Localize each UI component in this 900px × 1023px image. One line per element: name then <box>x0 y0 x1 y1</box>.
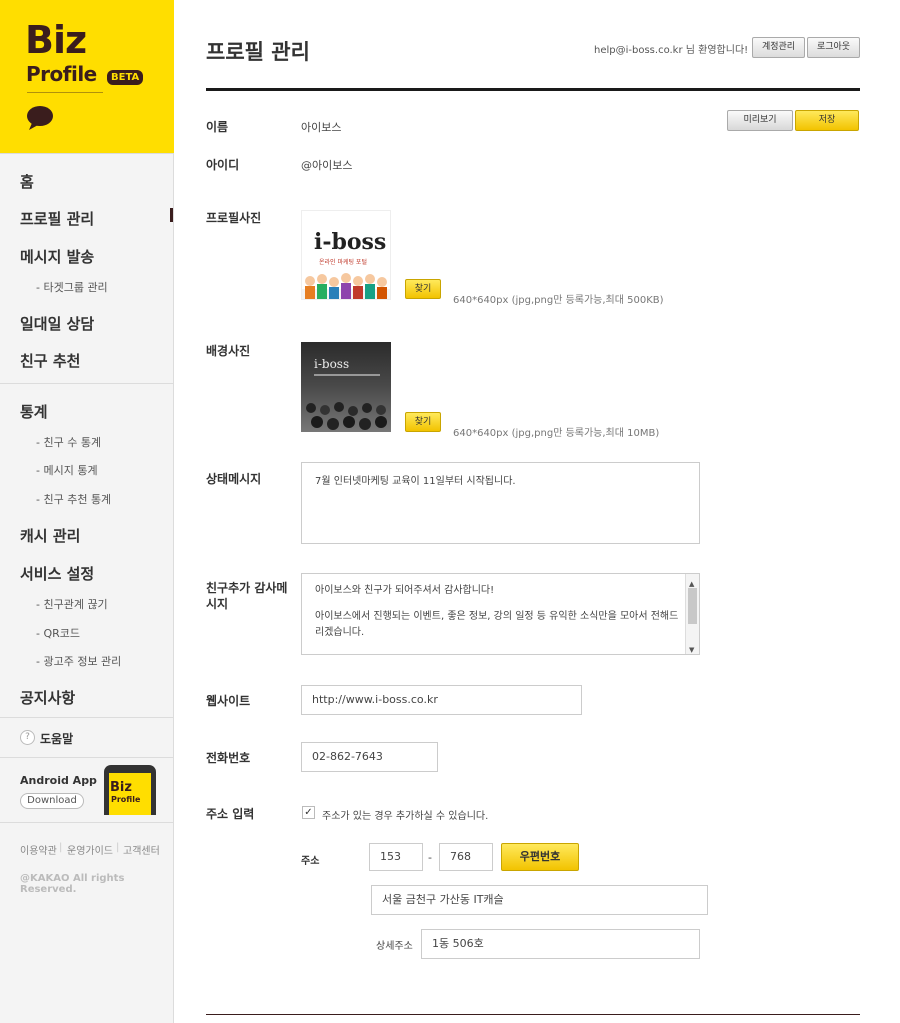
help-link[interactable]: 도움말 <box>40 730 73 747</box>
preview-button[interactable]: 미리보기 <box>727 110 793 131</box>
nav-sub-qrcode[interactable]: - QR코드 <box>36 625 80 641</box>
address-checkbox[interactable]: ✓ <box>302 806 315 819</box>
nav-item-home[interactable]: 홈 <box>20 171 34 192</box>
nav-sub-target-group[interactable]: - 타겟그룹 관리 <box>36 279 108 295</box>
account-button[interactable]: 계정관리 <box>752 37 805 58</box>
nav-divider <box>0 717 173 718</box>
thanks-line-2: 아이보스에서 진행되는 이벤트, 좋은 정보, 강의 일정 등 유익한 소식만을… <box>315 611 679 638</box>
logo-profile-text: Profile <box>26 62 97 86</box>
nav-item-settings[interactable]: 서비스 설정 <box>20 563 94 584</box>
nav-item-stats[interactable]: 통계 <box>20 401 48 422</box>
nav-sub-unfriend[interactable]: - 친구관계 끊기 <box>36 596 108 612</box>
detail-address-input[interactable]: 1동 506호 <box>421 929 700 959</box>
thanks-message-textarea[interactable]: 아이보스와 친구가 되어주셔서 감사합니다! 아이보스에서 진행되는 이벤트, … <box>301 573 700 655</box>
bg-photo-image: i-boss <box>301 342 391 432</box>
nav-item-cash[interactable]: 캐시 관리 <box>20 525 80 546</box>
bg-photo-label: 배경사진 <box>206 344 251 358</box>
nav-divider <box>0 822 173 823</box>
nav-divider <box>0 383 173 384</box>
copyright: @KAKAO All rights Reserved. <box>20 873 125 895</box>
bottom-divider <box>206 1014 860 1015</box>
zipcode-dash: - <box>428 851 432 864</box>
logout-button[interactable]: 로그아웃 <box>807 37 860 58</box>
logo-underline <box>27 92 103 93</box>
nav-item-message[interactable]: 메시지 발송 <box>20 246 94 267</box>
sidebar: Biz Profile BETA 홈 프로필 관리 메시지 발송 - 타겟그룹 … <box>0 0 174 1023</box>
profile-photo-hint: 640*640px (jpg,png만 등록가능,최대 500KB) <box>453 295 664 306</box>
speech-bubble-icon <box>27 106 53 130</box>
nav-sub-message-stats[interactable]: - 메시지 통계 <box>36 462 98 478</box>
nav-item-consult[interactable]: 일대일 상담 <box>20 313 94 334</box>
phone-icon: Biz Profile <box>104 765 156 815</box>
scrollbar[interactable]: ▲ ▼ <box>685 574 699 654</box>
zipcode-first-input[interactable]: 153 <box>369 843 423 871</box>
nav-divider <box>0 153 173 154</box>
nav-active-indicator <box>170 208 173 222</box>
nav-item-recommend[interactable]: 친구 추천 <box>20 350 80 371</box>
nav-item-notice[interactable]: 공지사항 <box>20 687 75 708</box>
address-input-label: 주소 입력 <box>206 807 255 821</box>
nav-sub-friend-stats[interactable]: - 친구 수 통계 <box>36 434 101 450</box>
bg-img-caption-line <box>314 374 380 376</box>
name-value: 아이보스 <box>301 121 342 134</box>
save-button[interactable]: 저장 <box>795 110 859 131</box>
id-label: 아이디 <box>206 158 240 172</box>
thanks-message-label: 친구추가 감사메시지 <box>206 581 288 611</box>
nav-item-profile[interactable]: 프로필 관리 <box>20 208 94 229</box>
bg-photo-hint: 640*640px (jpg,png만 등록가능,최대 10MB) <box>453 428 660 439</box>
footer-support-link[interactable]: 고객센터 <box>123 842 160 857</box>
zipcode-second-input[interactable]: 768 <box>439 843 493 871</box>
nav-sub-recommend-stats[interactable]: - 친구 추천 통계 <box>36 491 111 507</box>
profile-img-logo: i-boss <box>314 229 387 255</box>
website-label: 웹사이트 <box>206 694 251 708</box>
detail-address-label: 상세주소 <box>376 941 413 952</box>
scroll-down-icon[interactable]: ▼ <box>689 642 694 654</box>
id-value: @아이보스 <box>301 159 353 172</box>
people-illustration <box>302 273 390 299</box>
address-input[interactable]: 서울 금천구 가산동 IT캐슬 <box>371 885 708 915</box>
zipcode-search-button[interactable]: 우편번호 <box>501 843 579 871</box>
footer-separator: | <box>59 842 63 853</box>
logo-biz-text: Biz <box>25 18 87 62</box>
beta-badge: BETA <box>107 70 144 85</box>
thanks-line-1: 아이보스와 친구가 되어주셔서 감사합니다! <box>315 585 495 596</box>
profile-img-subtitle: 온라인 마케팅 포털 <box>319 259 367 266</box>
phone-profile-text: Profile <box>111 795 141 804</box>
website-input[interactable]: http://www.i-boss.co.kr <box>301 685 582 715</box>
status-textarea[interactable]: 7월 인터넷마케팅 교육이 11일부터 시작됩니다. <box>301 462 700 544</box>
nav-sub-advertiser[interactable]: - 광고주 정보 관리 <box>36 653 121 669</box>
name-label: 이름 <box>206 120 229 134</box>
bg-img-logo: i-boss <box>314 357 350 371</box>
profile-photo-find-button[interactable]: 찾기 <box>405 279 441 299</box>
scroll-thumb[interactable] <box>688 588 697 624</box>
profile-photo-label: 프로필사진 <box>206 211 262 225</box>
question-icon[interactable]: ? <box>20 730 35 745</box>
bg-photo-find-button[interactable]: 찾기 <box>405 412 441 432</box>
footer-separator: | <box>116 842 120 853</box>
phone-label: 전화번호 <box>206 751 251 765</box>
welcome-text: help@i-boss.co.kr 님 환영합니다! <box>594 45 749 56</box>
phone-biz-text: Biz <box>110 780 132 795</box>
address-label: 주소 <box>301 856 320 867</box>
profile-photo-image: i-boss 온라인 마케팅 포털 <box>301 210 391 300</box>
phone-input[interactable]: 02-862-7643 <box>301 742 438 772</box>
android-app-title: Android App <box>20 774 97 787</box>
footer-guide-link[interactable]: 운영가이드 <box>67 842 113 857</box>
title-divider <box>206 88 860 91</box>
address-checkbox-label: 주소가 있는 경우 추가하실 수 있습니다. <box>322 811 489 822</box>
status-label: 상태메시지 <box>206 472 262 486</box>
page-title: 프로필 관리 <box>206 40 310 64</box>
download-button[interactable]: Download <box>20 793 84 809</box>
footer-terms-link[interactable]: 이용약관 <box>20 842 57 857</box>
audience-illustration <box>306 402 387 430</box>
nav-divider <box>0 757 173 758</box>
logo[interactable]: Biz Profile BETA <box>0 0 174 153</box>
